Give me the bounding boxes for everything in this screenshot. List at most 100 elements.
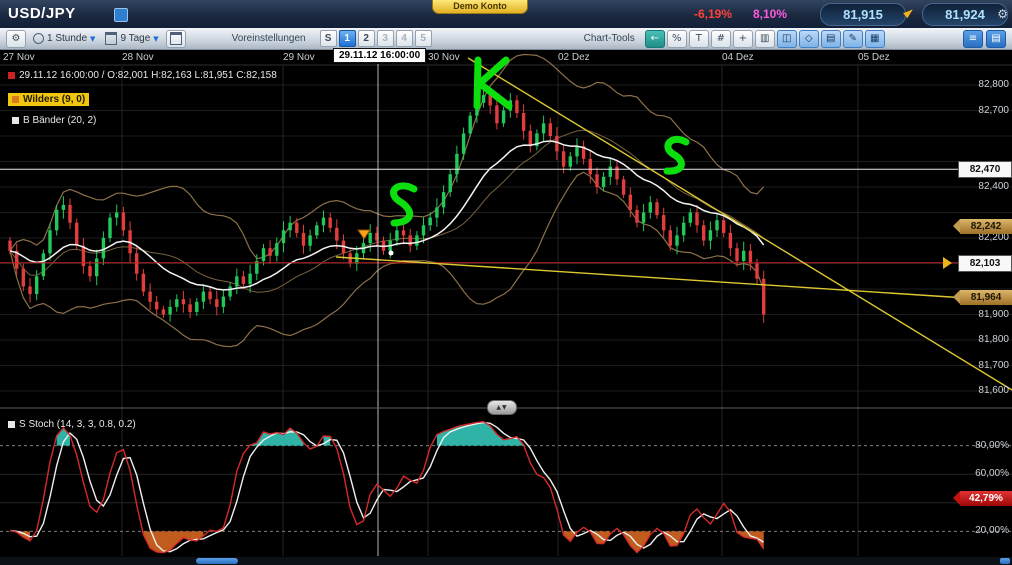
layout-button-2[interactable]: 2: [358, 30, 375, 47]
indicator-label-text: B Bänder (20, 2): [23, 115, 96, 126]
x-axis-label: 27 Nov: [3, 52, 35, 63]
tool-back-arrow[interactable]: ←: [645, 30, 665, 48]
tool-text[interactable]: T: [689, 30, 709, 48]
layout-button-S[interactable]: S: [320, 30, 337, 47]
tool-palette[interactable]: ▦: [865, 30, 885, 48]
candle-body: [422, 225, 425, 235]
header-settings-icon[interactable]: ⚙: [997, 7, 1008, 21]
price-tag-81-964[interactable]: 81,964: [960, 290, 1012, 305]
chart-settings-button[interactable]: ⚙: [6, 30, 26, 48]
demo-account-button[interactable]: Demo Konto: [432, 0, 528, 14]
candle-body: [182, 299, 185, 304]
tool-grid[interactable]: #: [711, 30, 731, 48]
candle-body: [35, 276, 38, 294]
candle-body: [615, 167, 618, 180]
chart-tools-label: Chart-Tools: [584, 33, 635, 44]
candle-body: [449, 174, 452, 192]
candle-body: [68, 205, 71, 223]
candle-body: [735, 248, 738, 261]
candle-body: [262, 248, 265, 261]
y-axis-label: 81,800: [978, 334, 1009, 345]
candle-body: [115, 213, 118, 218]
candle-body: [235, 276, 238, 286]
candle-body: [602, 177, 605, 187]
price-tag-82-103[interactable]: 82,103: [958, 255, 1012, 272]
buy-price-button[interactable]: 81,924: [922, 3, 1008, 26]
layout-button-1[interactable]: 1: [339, 30, 356, 47]
candle-body: [155, 302, 158, 310]
stoch-level-label: 60,00%: [975, 468, 1009, 479]
candle-body: [122, 213, 125, 231]
candle-body: [302, 233, 305, 246]
candle-body: [215, 299, 218, 307]
calendar-button[interactable]: [166, 30, 186, 48]
tool-candle-type[interactable]: ◫: [777, 30, 797, 48]
y-axis-label: 81,600: [978, 385, 1009, 396]
candle-body: [589, 159, 592, 174]
tool-crosshair[interactable]: +: [733, 30, 753, 48]
layout-button-5[interactable]: 5: [415, 30, 432, 47]
candle-body: [8, 241, 11, 251]
candle-body: [62, 205, 65, 210]
scrollbar-corner-button[interactable]: [1000, 558, 1010, 564]
stoch-legend[interactable]: S Stoch (14, 3, 3, 0.8, 0.2): [8, 419, 136, 430]
candle-body: [308, 235, 311, 245]
x-axis-label: 02 Dez: [558, 52, 590, 63]
candle-body: [542, 123, 545, 133]
list-view-button[interactable]: ≡: [963, 30, 983, 48]
stoch-d-line: [10, 423, 764, 552]
percent-change-positive: 8,10%: [753, 7, 787, 21]
candle-body: [715, 220, 718, 230]
x-axis: 27 Nov28 Nov29 Nov30 Nov02 Dez04 Dez05 D…: [0, 50, 1012, 65]
candle-body: [442, 192, 445, 207]
candle-body: [195, 302, 198, 312]
tool-draw[interactable]: ✎: [843, 30, 863, 48]
y-axis-label: 82,700: [978, 105, 1009, 116]
interval-dropdown[interactable]: 1 Stunde ▼: [30, 31, 98, 47]
layout-button-3[interactable]: 3: [377, 30, 394, 47]
candle-body: [409, 235, 412, 245]
price-tag-82-470[interactable]: 82,470: [958, 161, 1012, 178]
candle-body: [55, 210, 58, 230]
trading-platform-window: USD/JPY Demo Konto -6,19% 8,10% 81,915 ►…: [0, 0, 1012, 565]
annotation-letter-s-1[interactable]: [393, 186, 414, 223]
tool-layers[interactable]: ▤: [821, 30, 841, 48]
candle-body: [549, 123, 552, 136]
candle-body: [288, 223, 291, 231]
tool-levels[interactable]: ▥: [755, 30, 775, 48]
candle-body: [502, 111, 505, 124]
y-axis-label: 81,700: [978, 360, 1009, 371]
candle-body: [322, 218, 325, 226]
grid-view-button[interactable]: ▤: [986, 30, 1006, 48]
range-value: 9 Tage: [120, 33, 150, 44]
candle-body: [609, 167, 612, 177]
tool-percent[interactable]: %: [667, 30, 687, 48]
price-chart-canvas[interactable]: [0, 0, 1012, 565]
scrollbar-thumb[interactable]: [196, 558, 238, 564]
candle-body: [268, 248, 271, 256]
ohlc-legend-text: 29.11.12 16:00:00 / O:82,001 H:82,163 L:…: [19, 70, 277, 81]
candle-body: [168, 307, 171, 315]
tool-shapes[interactable]: ◇: [799, 30, 819, 48]
indicator-label-bbands[interactable]: B Bänder (20, 2): [8, 114, 100, 127]
chart-toolbar: ⚙ 1 Stunde ▼ 9 Tage ▼ Voreinstellungen S…: [0, 28, 1012, 50]
candle-body: [135, 253, 138, 273]
panel-splitter-handle[interactable]: ▲▼: [487, 400, 517, 415]
price-tag-82-242[interactable]: 82,242: [960, 219, 1012, 234]
range-dropdown[interactable]: 9 Tage ▼: [102, 31, 161, 47]
sell-price-button[interactable]: 81,915: [820, 3, 906, 26]
layout-button-4[interactable]: 4: [396, 30, 413, 47]
candle-body: [635, 210, 638, 223]
candle-body: [222, 297, 225, 307]
percent-change-negative: -6,19%: [694, 7, 732, 21]
candle-body: [28, 287, 31, 295]
horizontal-scrollbar[interactable]: [0, 557, 1012, 565]
series-swatch-icon: [8, 72, 15, 79]
annotation-letter-s-2[interactable]: [667, 139, 686, 171]
candle-body: [282, 230, 285, 243]
symbol-title: USD/JPY: [8, 5, 76, 22]
candle-body: [175, 299, 178, 307]
indicator-label-wilders[interactable]: Wilders (9, 0): [8, 93, 89, 106]
x-axis-label: 30 Nov: [428, 52, 460, 63]
info-icon[interactable]: [114, 8, 128, 22]
